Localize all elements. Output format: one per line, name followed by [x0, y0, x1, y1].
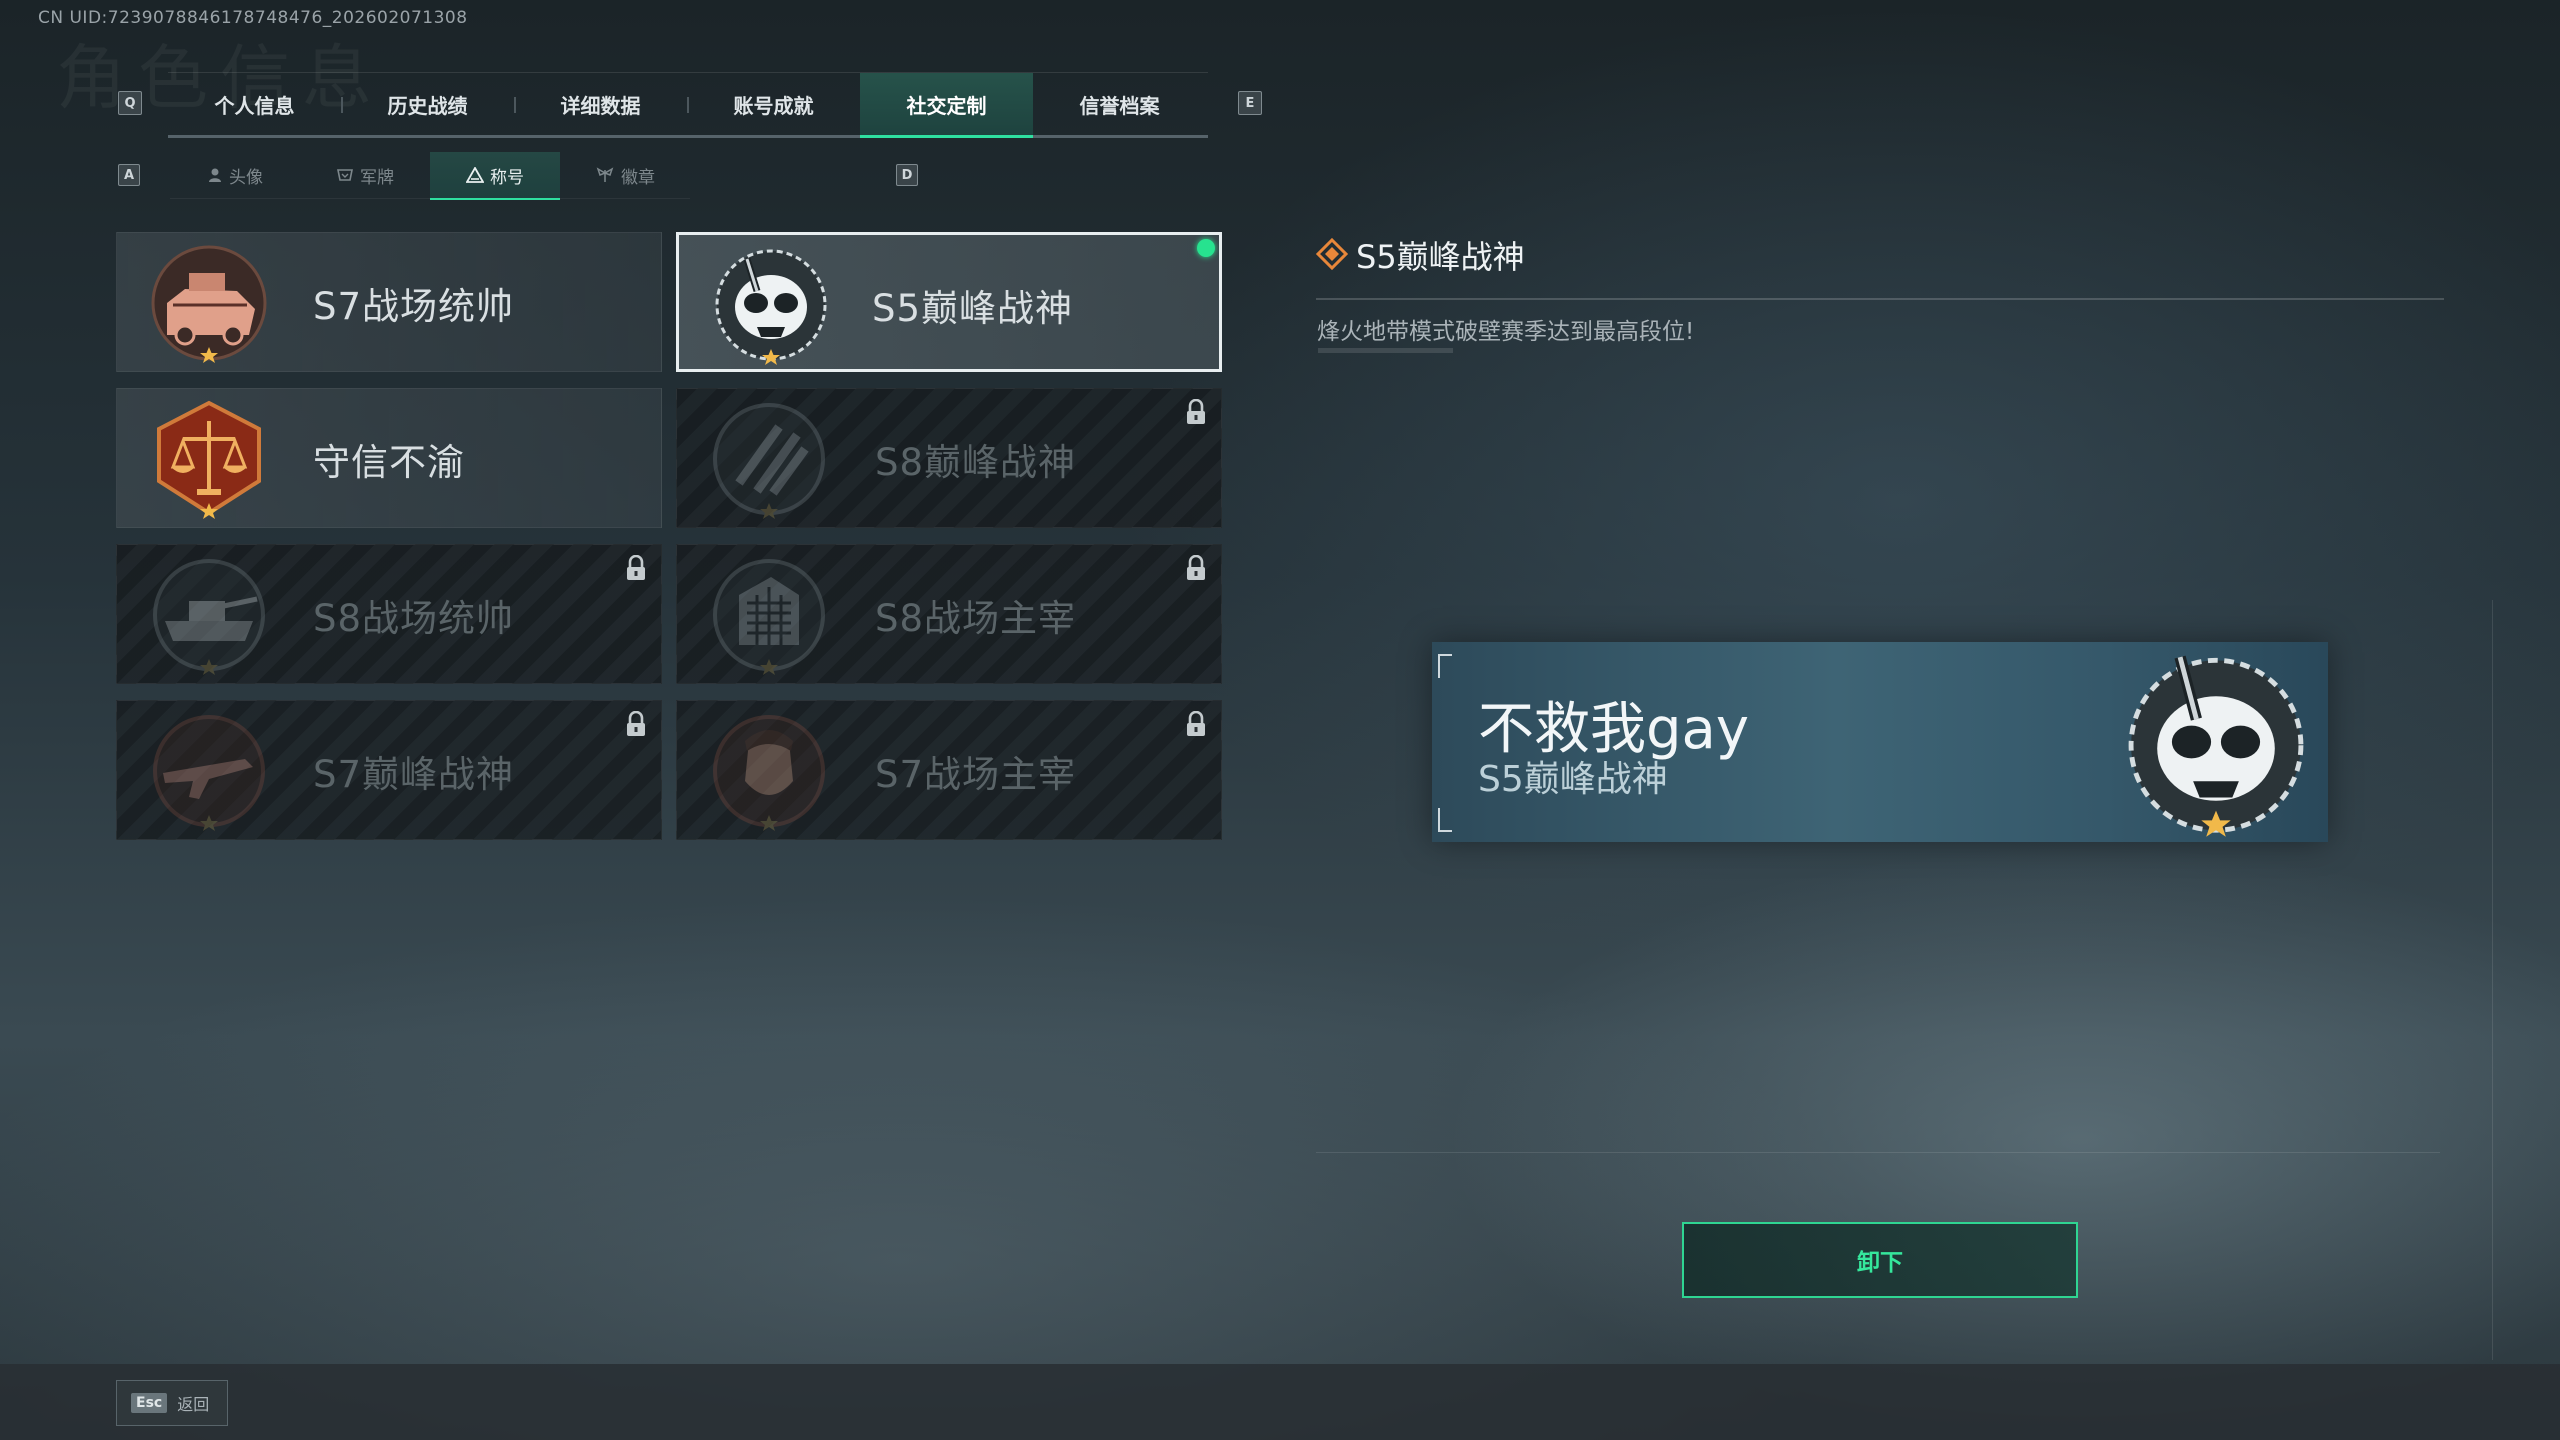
- back-button[interactable]: Esc 返回: [116, 1380, 228, 1426]
- wings-badge-icon: [596, 167, 614, 182]
- detail-divider: [1316, 298, 2444, 300]
- slashes-emblem-icon: [713, 403, 825, 519]
- nameplate-title: S5巅峰战神: [1478, 759, 1668, 800]
- tab-personal-info[interactable]: 个人信息: [168, 73, 341, 135]
- scales-of-justice-emblem-icon: [157, 400, 261, 519]
- prev-tab-key[interactable]: Q: [118, 91, 142, 115]
- armored-vehicle-emblem-icon: [151, 245, 267, 363]
- nameplate-preview: 不救我gay S5巅峰战神: [1432, 642, 2328, 842]
- subtab-label: 头像: [229, 167, 263, 188]
- lock-icon: [627, 711, 645, 736]
- subtab-label: 称号: [490, 167, 524, 188]
- back-label: 返回: [177, 1395, 210, 1414]
- footer-bar: [0, 1364, 2560, 1440]
- next-tab-key[interactable]: E: [1238, 91, 1262, 115]
- title-card-keep-faith[interactable]: 守信不渝: [116, 388, 662, 528]
- lock-icon: [1187, 399, 1205, 424]
- next-subtab-key[interactable]: D: [896, 164, 918, 186]
- title-card-s7-dominator[interactable]: S7战场主宰: [676, 700, 1222, 840]
- prev-subtab-key[interactable]: A: [118, 164, 140, 186]
- sub-tab-bar: 头像 军牌 称号 徽章: [170, 152, 690, 200]
- divider: [1316, 1152, 2440, 1153]
- title-name: S7战场统帅: [313, 285, 515, 328]
- title-triangle-icon: [466, 167, 484, 183]
- divider: [2492, 600, 2493, 1360]
- soldier-portrait-emblem-icon: [713, 715, 825, 831]
- subtab-badge[interactable]: 徽章: [560, 152, 690, 198]
- gasmask-skull-emblem-icon: [2128, 655, 2304, 837]
- subtab-dogtag[interactable]: 军牌: [300, 152, 430, 198]
- building-emblem-icon: [713, 559, 825, 675]
- tank-emblem-icon: [153, 559, 265, 675]
- person-icon: [209, 168, 221, 182]
- unequip-button[interactable]: 卸下: [1682, 1222, 2078, 1298]
- tab-reputation[interactable]: 信誉档案: [1033, 73, 1206, 135]
- title-name: 守信不渝: [313, 441, 465, 484]
- gasmask-skull-emblem-icon: [715, 249, 827, 365]
- title-name: S8战场统帅: [313, 597, 515, 640]
- lock-icon: [1187, 711, 1205, 736]
- subtab-label: 徽章: [621, 167, 655, 188]
- title-card-s7-peak-god[interactable]: S7巅峰战神: [116, 700, 662, 840]
- subtab-avatar[interactable]: 头像: [170, 152, 300, 198]
- title-name: S8战场主宰: [875, 597, 1077, 640]
- plate-corner: [1438, 808, 1452, 832]
- title-name: S7战场主宰: [875, 753, 1077, 796]
- title-card-s8-commander[interactable]: S8战场统帅: [116, 544, 662, 684]
- tab-match-history[interactable]: 历史战绩: [341, 73, 514, 135]
- tab-detailed-stats[interactable]: 详细数据: [514, 73, 687, 135]
- title-card-s8-dominator[interactable]: S8战场主宰: [676, 544, 1222, 684]
- title-name: S7巅峰战神: [313, 753, 515, 796]
- title-card-s5-peak-god[interactable]: S5巅峰战神: [676, 232, 1222, 372]
- main-tab-bar: 个人信息 历史战绩 详细数据 账号成就 社交定制 信誉档案: [168, 72, 1208, 138]
- equipped-indicator: [1197, 239, 1215, 257]
- tab-achievements[interactable]: 账号成就: [687, 73, 860, 135]
- lock-icon: [627, 555, 645, 580]
- esc-key: Esc: [131, 1393, 168, 1413]
- subtab-label: 军牌: [360, 167, 394, 188]
- plate-corner: [1438, 654, 1452, 678]
- title-diamond-icon: [1316, 238, 1348, 270]
- detail-title: S5巅峰战神: [1356, 238, 1525, 276]
- title-name: S5巅峰战神: [872, 287, 1074, 330]
- tab-social-customization[interactable]: 社交定制: [860, 73, 1033, 138]
- title-card-s7-commander[interactable]: S7战场统帅: [116, 232, 662, 372]
- title-name: S8巅峰战神: [875, 441, 1077, 484]
- detail-decoration: [1318, 348, 1453, 353]
- lock-icon: [1187, 555, 1205, 580]
- dogtag-icon: [337, 169, 353, 181]
- title-card-s8-peak-god[interactable]: S8巅峰战神: [676, 388, 1222, 528]
- detail-description: 烽火地带模式破壁赛季达到最高段位!: [1317, 319, 1695, 345]
- subtab-title[interactable]: 称号: [430, 152, 560, 200]
- rifle-emblem-icon: [153, 715, 265, 831]
